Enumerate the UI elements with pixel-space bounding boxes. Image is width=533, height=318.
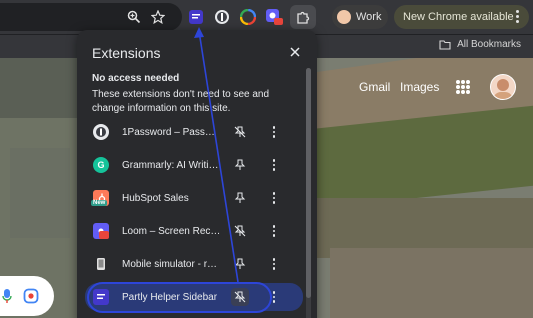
partly-icon xyxy=(93,289,109,305)
loom-badge xyxy=(99,231,109,239)
new-chrome-available-button[interactable]: New Chrome available xyxy=(394,5,529,29)
close-icon[interactable] xyxy=(289,46,301,58)
more-options-icon[interactable] xyxy=(269,156,279,174)
google-account-avatar[interactable] xyxy=(490,74,516,100)
scrollbar-thumb[interactable] xyxy=(306,68,311,298)
grammarly-icon: G xyxy=(93,157,109,173)
extensions-menu-popup: Extensions No access needed These extens… xyxy=(77,30,317,318)
profile-label: Work xyxy=(356,11,382,23)
extension-name: Loom – Screen Recorder & Screen Capture xyxy=(122,225,222,237)
google-apps-icon[interactable] xyxy=(456,80,470,94)
partly-extension-icon[interactable] xyxy=(186,7,206,27)
extension-name: Grammarly: AI Writing and Grammar Checke… xyxy=(122,159,222,171)
star-icon[interactable] xyxy=(148,7,168,27)
update-label: New Chrome available xyxy=(403,11,514,23)
browser-toolbar: Work New Chrome available xyxy=(0,0,533,34)
onepassword-icon xyxy=(93,124,109,140)
extension-row-1password[interactable]: 1Password – Password Manager xyxy=(85,119,303,145)
extension-name: HubSpot Sales xyxy=(122,192,189,204)
extension-name: 1Password – Password Manager xyxy=(122,126,222,138)
more-options-icon[interactable] xyxy=(269,189,279,207)
more-options-icon[interactable] xyxy=(269,255,279,273)
extension-row-grammarly[interactable]: G Grammarly: AI Writing and Grammar Chec… xyxy=(85,152,303,178)
google-search-box[interactable] xyxy=(0,276,54,316)
hubspot-icon: New xyxy=(91,190,109,206)
section-heading: No access needed xyxy=(92,73,180,84)
extension-row-partly-helper-sidebar[interactable]: Partly Helper Sidebar xyxy=(85,283,303,311)
more-options-icon[interactable] xyxy=(269,222,279,240)
popup-title: Extensions xyxy=(92,45,161,61)
extensions-puzzle-icon[interactable] xyxy=(290,5,316,29)
mobile-icon xyxy=(93,256,109,272)
pin-icon[interactable] xyxy=(231,255,249,273)
all-bookmarks-button[interactable]: All Bookmarks xyxy=(439,39,521,50)
zoom-icon[interactable] xyxy=(124,7,144,27)
unpin-icon[interactable] xyxy=(231,222,249,240)
pin-icon[interactable] xyxy=(231,189,249,207)
more-options-icon[interactable] xyxy=(269,123,279,141)
microphone-icon[interactable] xyxy=(2,288,12,304)
loom-badge-extension-icon[interactable] xyxy=(264,7,284,27)
profile-avatar xyxy=(337,10,351,24)
more-options-icon[interactable] xyxy=(269,288,279,306)
extension-row-loom[interactable]: Loom – Screen Recorder & Screen Capture xyxy=(85,218,303,244)
popup-scrollbar[interactable] xyxy=(306,68,311,318)
extension-name: Partly Helper Sidebar xyxy=(122,291,218,303)
new-badge: New xyxy=(91,200,108,206)
gmail-link[interactable]: Gmail xyxy=(359,80,390,94)
images-link[interactable]: Images xyxy=(400,80,439,94)
kebab-menu-icon[interactable] xyxy=(516,10,519,23)
loom-icon xyxy=(93,223,109,239)
google-lens-icon[interactable] xyxy=(23,288,39,304)
pin-icon[interactable] xyxy=(231,156,249,174)
loom-color-extension-icon[interactable] xyxy=(238,7,258,27)
unpin-icon[interactable] xyxy=(231,123,249,141)
unpin-icon[interactable] xyxy=(231,288,249,306)
extension-name: Mobile simulator - responsive testing to… xyxy=(122,258,222,270)
onepassword-extension-icon[interactable] xyxy=(212,7,232,27)
extension-row-mobile-simulator[interactable]: Mobile simulator - responsive testing to… xyxy=(85,251,303,277)
all-bookmarks-label: All Bookmarks xyxy=(457,39,521,50)
section-description: These extensions don't need to see and c… xyxy=(92,89,270,114)
folder-icon xyxy=(439,39,451,50)
profile-chip[interactable]: Work xyxy=(332,5,388,29)
extension-row-hubspot[interactable]: New HubSpot Sales xyxy=(85,185,303,211)
